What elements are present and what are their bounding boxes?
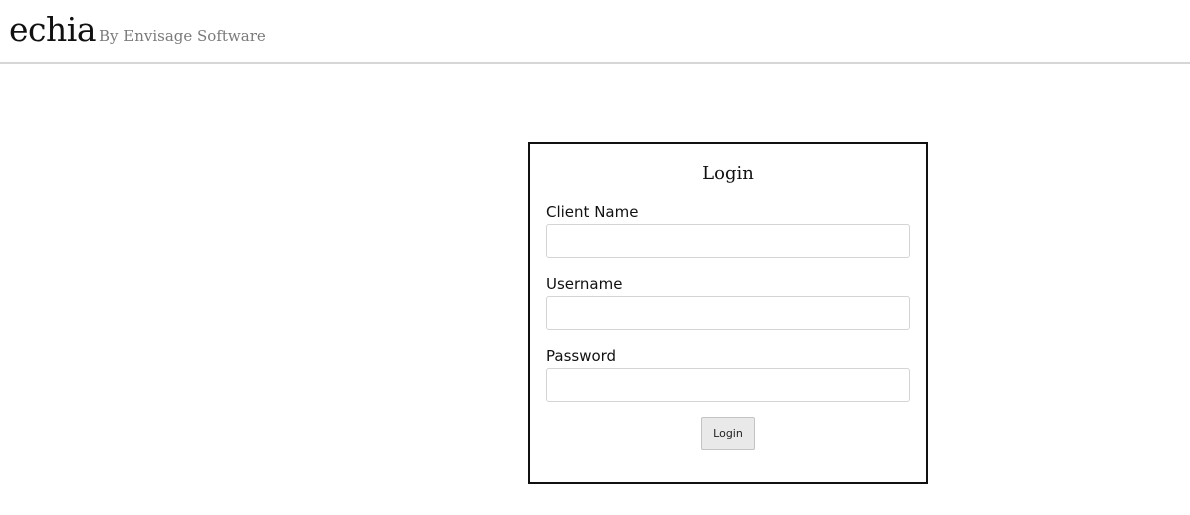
- login-button[interactable]: Login: [701, 417, 755, 450]
- password-label: Password: [546, 347, 617, 365]
- top-header: echia By Envisage Software: [0, 0, 1190, 64]
- username-label: Username: [546, 275, 623, 293]
- password-input[interactable]: [546, 368, 910, 402]
- brand-byline: By Envisage Software: [99, 27, 266, 45]
- client-name-label: Client Name: [546, 203, 639, 221]
- login-title: Login: [702, 163, 754, 184]
- client-name-input[interactable]: [546, 224, 910, 258]
- username-input[interactable]: [546, 296, 910, 330]
- login-panel: Login Client Name Username Password Logi…: [528, 142, 928, 484]
- brand-logo-text: echia: [9, 10, 97, 49]
